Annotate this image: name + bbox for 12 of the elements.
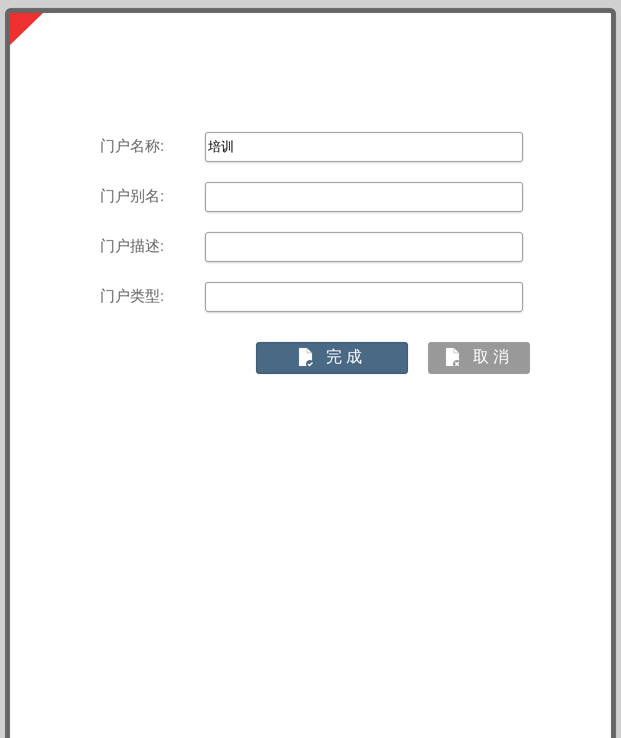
input-field[interactable]: 培训	[205, 132, 523, 162]
input-field[interactable]	[205, 182, 523, 212]
field-label: 门户类型:	[100, 286, 166, 307]
file-check-icon	[298, 348, 314, 368]
field-label: 门户别名:	[100, 186, 166, 207]
field-label: 门户名称:	[100, 136, 166, 157]
input-field[interactable]	[205, 232, 523, 262]
confirm-button[interactable]: 完成	[256, 342, 408, 374]
corner-mark	[10, 13, 43, 45]
input-field[interactable]	[205, 282, 523, 312]
file-x-icon	[445, 348, 461, 368]
field-label: 门户描述:	[100, 236, 166, 257]
